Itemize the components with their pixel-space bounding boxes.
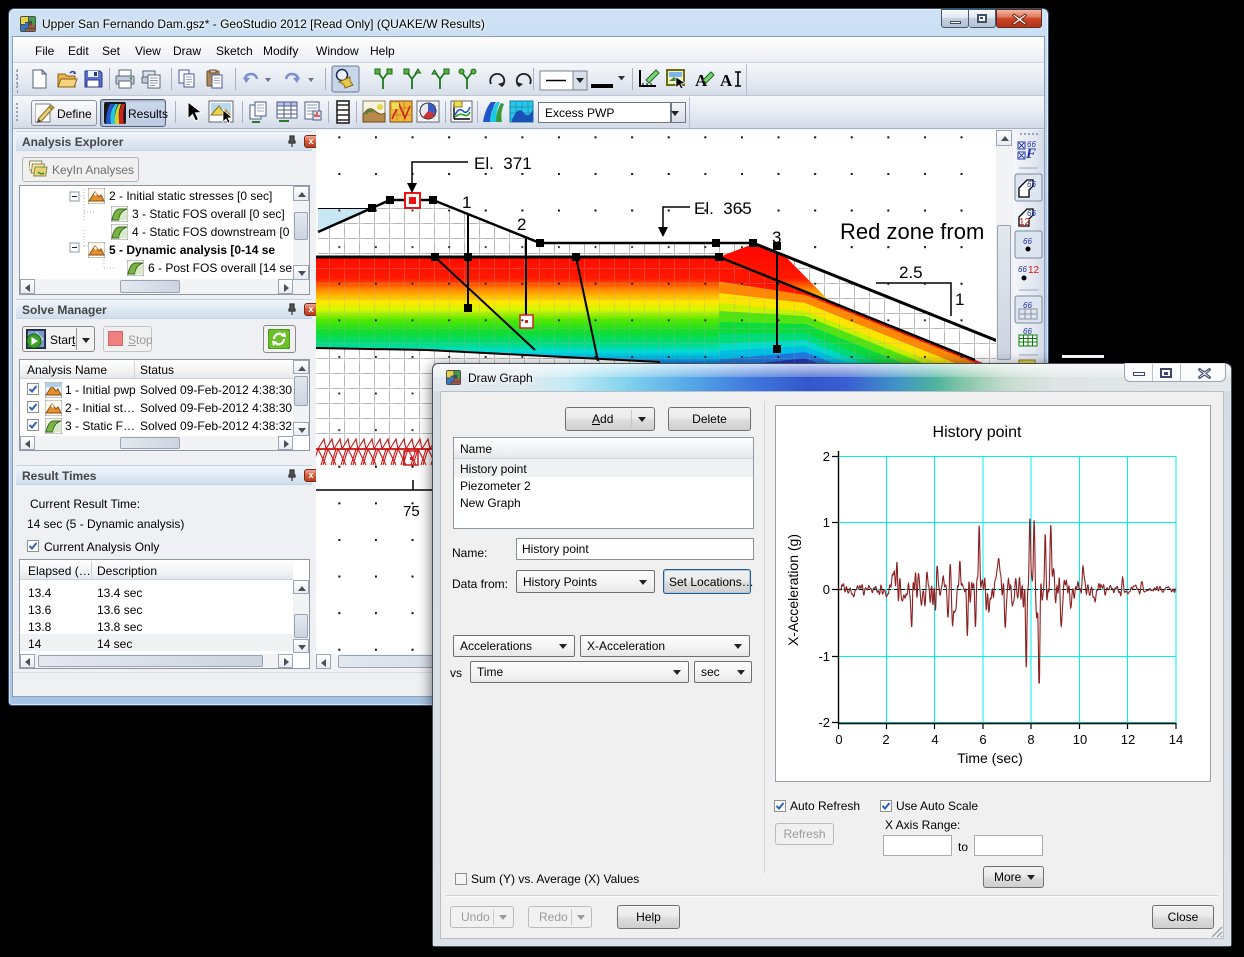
svg-text:History point: History point — [933, 424, 1022, 441]
svg-text:10: 10 — [1073, 732, 1087, 747]
svg-text:12: 12 — [1028, 265, 1040, 276]
svg-text:66: 66 — [1023, 237, 1032, 246]
svg-text:66: 66 — [1027, 180, 1036, 189]
svg-text:0: 0 — [835, 732, 842, 747]
svg-text:12: 12 — [1019, 217, 1031, 228]
svg-text:66: 66 — [1027, 140, 1036, 149]
svg-text:12: 12 — [1121, 732, 1135, 747]
svg-text:-2: -2 — [818, 715, 830, 730]
svg-text:2: 2 — [882, 732, 889, 747]
svg-text:4: 4 — [931, 732, 938, 747]
svg-text:6: 6 — [979, 732, 986, 747]
svg-text:66: 66 — [1018, 265, 1027, 274]
svg-text:1: 1 — [823, 515, 830, 530]
svg-text:Time (sec): Time (sec) — [957, 750, 1023, 766]
svg-text:A: A — [720, 71, 733, 90]
svg-text:0: 0 — [823, 582, 830, 597]
svg-text:14: 14 — [1169, 732, 1183, 747]
svg-text:-1: -1 — [818, 649, 830, 664]
svg-text:2: 2 — [823, 449, 830, 464]
svg-text:8: 8 — [1027, 732, 1034, 747]
svg-text:X-Acceleration (g): X-Acceleration (g) — [785, 534, 801, 646]
